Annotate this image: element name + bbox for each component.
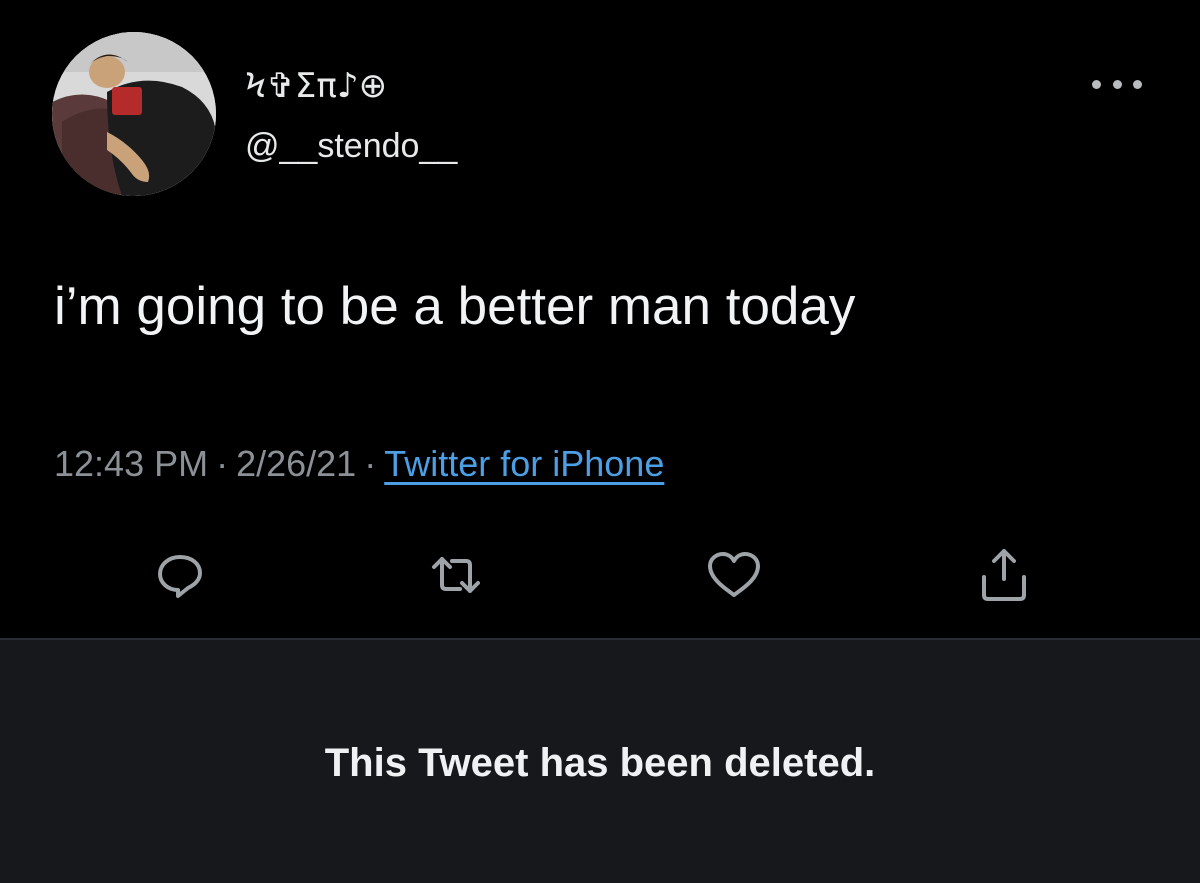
tweet-card: Ϟ✞Σπ♪⊕ @__stendo__ i’m going to be a bet…	[0, 0, 1200, 638]
action-bar	[0, 540, 1200, 610]
deleted-tweet-panel: This Tweet has been deleted.	[0, 640, 1200, 883]
user-handle[interactable]: @__stendo__	[245, 126, 457, 166]
more-dot-icon	[1092, 79, 1101, 89]
reply-button[interactable]	[145, 540, 215, 610]
tweet-metadata: 12:43 PM · 2/26/21 · Twitter for iPhone	[54, 441, 664, 487]
share-button[interactable]	[969, 540, 1039, 610]
avatar[interactable]	[52, 32, 216, 196]
tweet-source-link[interactable]: Twitter for iPhone	[384, 443, 664, 484]
more-dot-icon	[1112, 79, 1122, 89]
tweet-text: i’m going to be a better man today	[54, 277, 856, 336]
retweet-icon	[432, 557, 480, 593]
tweet-time: 12:43 PM	[54, 443, 209, 484]
retweet-button[interactable]	[421, 540, 491, 610]
share-icon	[982, 549, 1026, 601]
reply-icon	[158, 555, 202, 598]
more-dot-icon	[1133, 79, 1142, 89]
tweet-date: 2/26/21	[236, 443, 357, 484]
display-name[interactable]: Ϟ✞Σπ♪⊕	[244, 66, 387, 106]
separator: ·	[216, 443, 229, 484]
separator: ·	[364, 443, 377, 484]
deleted-tweet-notice: This Tweet has been deleted.	[324, 741, 876, 785]
heart-icon	[708, 552, 760, 597]
avatar-image	[52, 32, 216, 196]
like-button[interactable]	[699, 540, 769, 610]
more-options-button[interactable]	[1092, 74, 1142, 94]
